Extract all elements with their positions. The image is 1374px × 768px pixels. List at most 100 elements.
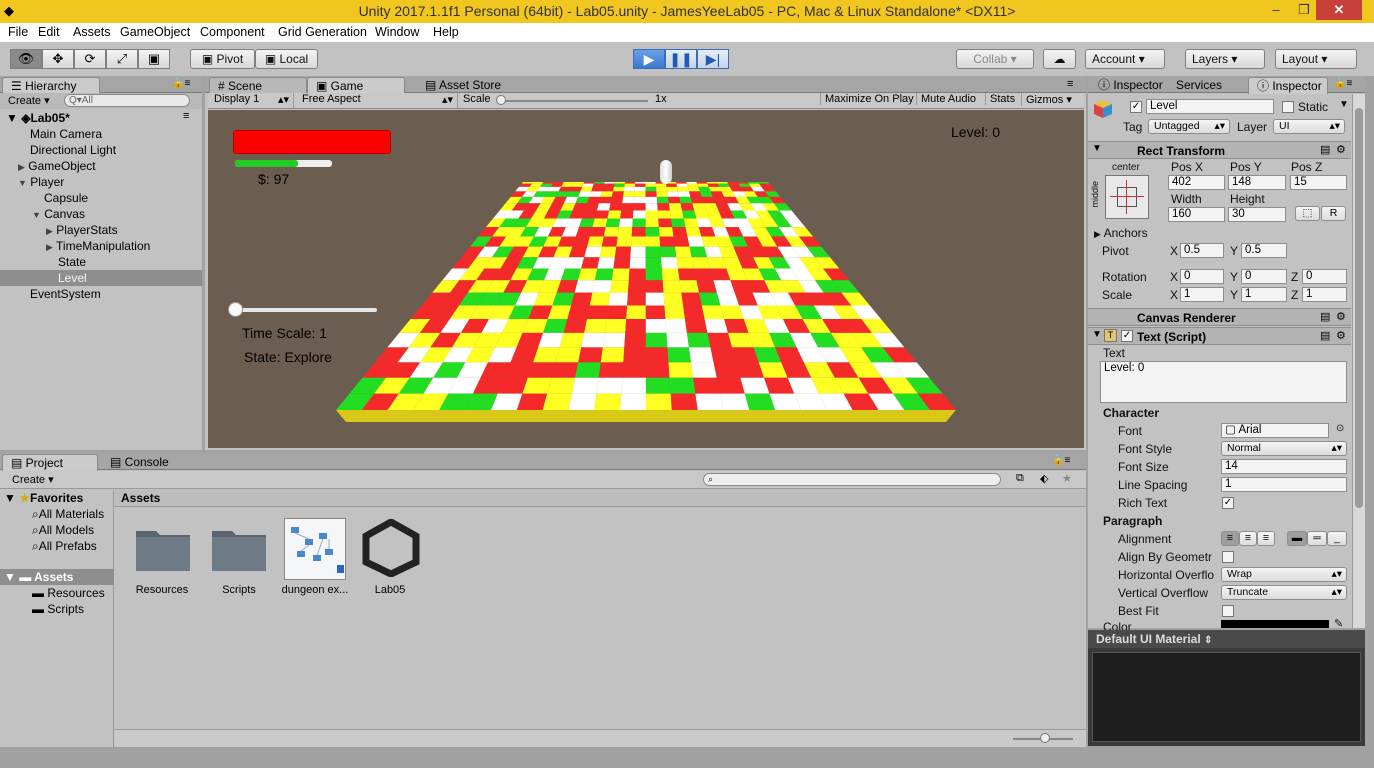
layout-dropdown[interactable]: Layout ▾	[1275, 49, 1357, 69]
local-button[interactable]: ▣ Local	[255, 49, 318, 69]
favorite-all-materials[interactable]: ⌕All Materials	[32, 506, 104, 522]
material-header[interactable]: Default UI Material ⇕	[1088, 630, 1365, 648]
pos-z-field[interactable]: 15	[1290, 175, 1347, 190]
rotation-x-field[interactable]: 0	[1180, 269, 1224, 284]
text-content-field[interactable]: Level: 0	[1100, 361, 1347, 403]
favorite-star-icon[interactable]: ★	[1062, 472, 1072, 485]
stats-button[interactable]: Stats	[985, 93, 1015, 105]
favorite-all-models[interactable]: ⌕All Models	[32, 522, 94, 538]
gear-icon[interactable]: ⚙	[1336, 143, 1346, 156]
font-field[interactable]: ▢ Arial	[1221, 423, 1329, 438]
panel-menu-icon[interactable]: ≡	[1067, 78, 1073, 90]
scrollbar-thumb[interactable]	[1355, 108, 1363, 508]
align-middle-button[interactable]: ═	[1307, 531, 1327, 546]
rotation-y-field[interactable]: 0	[1241, 269, 1287, 284]
hierarchy-item-canvas[interactable]: ▼ Canvas	[32, 206, 85, 222]
menu-grid-generation[interactable]: Grid Generation	[278, 25, 367, 39]
breadcrumb-assets[interactable]: Assets	[121, 491, 160, 505]
pivot-x-field[interactable]: 0.5	[1180, 243, 1224, 258]
icon-size-slider-handle[interactable]	[1040, 733, 1050, 743]
favorite-all-prefabs[interactable]: ⌕All Prefabs	[32, 538, 97, 554]
hierarchy-item-playerstats[interactable]: ▶ PlayerStats	[46, 222, 118, 238]
align-center-button[interactable]: ≡	[1239, 531, 1257, 546]
lock-icon[interactable]: 🔒≡	[172, 78, 190, 89]
mute-audio-button[interactable]: Mute Audio	[916, 93, 976, 105]
align-top-button[interactable]: ▬	[1287, 531, 1307, 546]
align-right-button[interactable]: ≡	[1257, 531, 1275, 546]
font-size-field[interactable]: 14	[1221, 459, 1347, 474]
minimize-icon[interactable]: –	[1262, 0, 1290, 20]
hierarchy-item-directional-light[interactable]: Directional Light	[30, 142, 116, 158]
restore-icon[interactable]: ❐	[1290, 0, 1318, 20]
project-search-input[interactable]: ⌕	[703, 473, 1001, 486]
scale-x-field[interactable]: 1	[1180, 287, 1224, 302]
tab-services[interactable]: Services	[1168, 77, 1248, 94]
tag-dropdown[interactable]: Untagged ▴▾	[1148, 119, 1230, 134]
height-field[interactable]: 30	[1228, 207, 1286, 222]
pause-button[interactable]: ❚❚	[665, 49, 697, 69]
width-field[interactable]: 160	[1168, 207, 1225, 222]
filter-type-icon[interactable]: ⧉	[1016, 472, 1024, 485]
tab-inspector-2[interactable]: ⓘ Inspector	[1248, 77, 1328, 94]
tab-project[interactable]: ▤ Project	[2, 454, 98, 471]
scale-slider-handle[interactable]	[496, 95, 506, 105]
menu-help[interactable]: Help	[433, 25, 459, 39]
object-name-field[interactable]: Level	[1146, 99, 1274, 114]
hierarchy-item-level[interactable]: Level	[58, 270, 87, 286]
collab-button[interactable]: Collab ▾	[956, 49, 1034, 69]
hand-tool-icon[interactable]: 👁	[10, 49, 42, 69]
pos-y-field[interactable]: 148	[1228, 175, 1286, 190]
anchor-preset-icon[interactable]	[1105, 175, 1149, 219]
hierarchy-item-timemanipulation[interactable]: ▶ TimeManipulation	[46, 238, 150, 254]
scale-y-field[interactable]: 1	[1241, 287, 1287, 302]
v-overflow-dropdown[interactable]: Truncate ▴▾	[1221, 585, 1347, 600]
layer-dropdown[interactable]: UI ▴▾	[1273, 119, 1345, 134]
static-dropdown-arrow[interactable]: ▼	[1339, 99, 1349, 110]
pivot-y-field[interactable]: 0.5	[1241, 243, 1287, 258]
lock-icon[interactable]: 🔒≡	[1052, 455, 1070, 466]
anchors-foldout[interactable]: ▶ Anchors	[1094, 226, 1148, 240]
menu-gameobject[interactable]: GameObject	[120, 25, 190, 39]
tree-folder-scripts[interactable]: ▬ Scripts	[32, 601, 84, 617]
step-button[interactable]: ▶|	[697, 49, 729, 69]
tree-folder-resources[interactable]: ▬ Resources	[32, 585, 105, 601]
time-scale-slider-handle[interactable]	[228, 302, 243, 317]
help-icon[interactable]: ▤	[1320, 143, 1330, 156]
tab-game[interactable]: ▣ Game	[307, 77, 405, 94]
font-style-dropdown[interactable]: Normal ▴▾	[1221, 441, 1347, 456]
object-picker-icon[interactable]: ⊙	[1336, 423, 1344, 434]
menu-assets[interactable]: Assets	[73, 25, 111, 39]
pos-x-field[interactable]: 402	[1168, 175, 1225, 190]
hierarchy-item-eventsystem[interactable]: EventSystem	[30, 286, 101, 302]
filter-label-icon[interactable]: ⬖	[1040, 472, 1048, 485]
move-tool-icon[interactable]: ✥	[42, 49, 74, 69]
menu-component[interactable]: Component	[200, 25, 265, 39]
tab-console[interactable]: ▤ Console	[102, 454, 192, 471]
rect-tool-icon[interactable]: ▣	[138, 49, 170, 69]
hierarchy-item-capsule[interactable]: Capsule	[44, 190, 88, 206]
text-enabled-checkbox[interactable]: ✓	[1121, 330, 1133, 342]
hierarchy-item-main-camera[interactable]: Main Camera	[30, 126, 102, 142]
hierarchy-create-button[interactable]: Create ▾	[8, 94, 50, 107]
rotation-z-field[interactable]: 0	[1302, 269, 1347, 284]
help-icon[interactable]: ▤	[1320, 329, 1330, 342]
blueprint-mode-button[interactable]: ⬚	[1295, 206, 1320, 221]
raw-edit-button[interactable]: R	[1321, 206, 1346, 221]
align-left-button[interactable]: ≡	[1221, 531, 1239, 546]
game-view[interactable]: $: 97 Level: 0 Time Scale: 1 State: Expl…	[208, 110, 1084, 448]
tab-inspector-1[interactable]: ⓘ Inspector	[1090, 77, 1170, 94]
project-create-button[interactable]: Create ▾	[12, 473, 54, 486]
aspect-dropdown[interactable]: Free Aspect ▴▾	[298, 93, 458, 108]
menu-file[interactable]: File	[8, 25, 28, 39]
best-fit-checkbox[interactable]	[1222, 605, 1234, 617]
tab-scene[interactable]: # Scene	[209, 77, 307, 94]
align-geometry-checkbox[interactable]	[1222, 551, 1234, 563]
scale-slider[interactable]	[500, 100, 648, 102]
hierarchy-item-state[interactable]: State	[58, 254, 86, 270]
rect-transform-header[interactable]: ▼ Rect Transform ▤ ⚙	[1088, 141, 1351, 159]
line-spacing-field[interactable]: 1	[1221, 477, 1347, 492]
gear-icon[interactable]: ⚙	[1336, 310, 1346, 323]
menu-window[interactable]: Window	[375, 25, 419, 39]
pivot-button[interactable]: ▣ Pivot	[190, 49, 255, 69]
layers-dropdown[interactable]: Layers ▾	[1185, 49, 1265, 69]
